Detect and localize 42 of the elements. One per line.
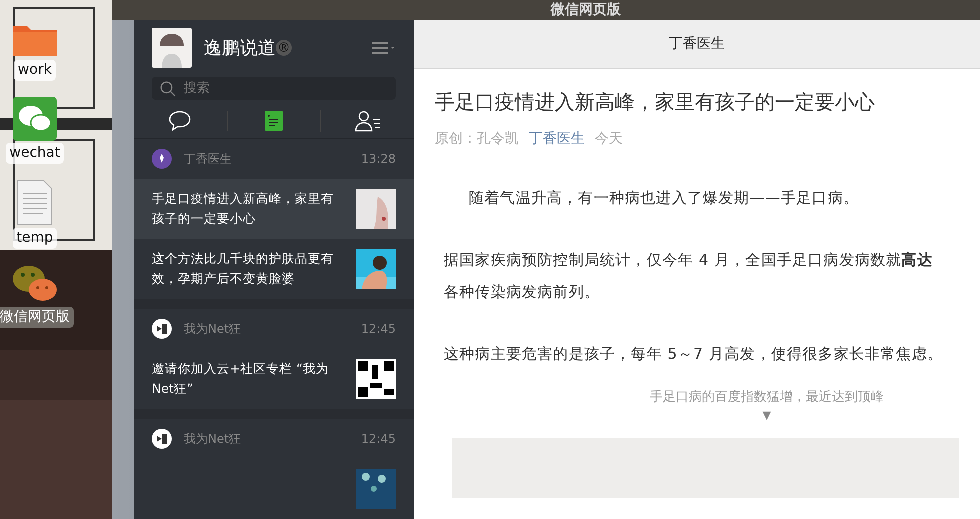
registered-badge: ® xyxy=(276,40,292,56)
article-heading: 手足口疫情进入新高峰，家里有孩子的一定要小心 xyxy=(435,89,876,116)
article-title: 这个方法比几千块的护肤品更有效，孕期产后不变黄脸婆 xyxy=(152,250,335,288)
date-label: 今天 xyxy=(595,130,623,149)
account-avatar-icon xyxy=(152,149,172,169)
contacts-icon[interactable] xyxy=(354,110,381,132)
article-paragraph: 据国家疾病预防控制局统计，仅今年 4 月，全国手足口病发病数就高达 各种传染病发病前列。 xyxy=(443,250,934,303)
time-label: 12:45 xyxy=(361,321,396,338)
article-item[interactable]: 这个方法比几千块的护肤品更有效，孕期产后不变黄脸婆 xyxy=(134,239,414,299)
search-icon xyxy=(160,80,176,98)
account-name: 丁香医生 xyxy=(184,151,232,168)
time-label: 13:28 xyxy=(361,151,396,168)
image-caption: 手足口病的百度指数猛增，最近达到顶峰 xyxy=(650,389,884,407)
account-avatar-icon xyxy=(152,429,172,449)
menu-icon[interactable] xyxy=(372,41,396,56)
window-title: 微信网页版 xyxy=(551,0,621,20)
article-paragraph: 随着气温升高，有一种病也进入了爆发期——手足口病。 xyxy=(468,188,860,209)
account-link[interactable]: 丁香医生 xyxy=(529,129,585,150)
account-name: 我为Net狂 xyxy=(184,321,242,338)
caption-arrow: ▼ xyxy=(762,408,772,424)
author-label: 原创：孔令凯 xyxy=(435,130,519,149)
article-list-icon[interactable] xyxy=(265,111,283,132)
document-icon xyxy=(17,180,53,226)
chat-bubble-icon[interactable] xyxy=(168,110,192,132)
avatar[interactable] xyxy=(152,28,192,68)
article-title: 邀请你加入云+社区专栏 “我为Net狂” xyxy=(152,360,330,398)
article-paragraph: 这种病主要危害的是孩子，每年 5～7 月高发，使得很多家长非常焦虑。 xyxy=(443,344,944,365)
time-label: 12:45 xyxy=(361,431,396,448)
search-field[interactable]: 搜索 xyxy=(152,76,396,100)
article-item[interactable]: 手足口疫情进入新高峰，家里有孩子的一定要小心 xyxy=(134,179,414,239)
header-title: 丁香医生 xyxy=(669,34,725,54)
user-name: 逸鹏说道 xyxy=(204,36,276,61)
account-avatar-icon xyxy=(152,319,172,339)
article-item[interactable]: 邀请你加入云+社区专栏 “我为Net狂” xyxy=(134,349,414,409)
desktop-icon-label[interactable]: temp xyxy=(12,228,58,249)
desktop-icon-label[interactable]: work xyxy=(14,60,56,81)
article-title: 手足口疫情进入新高峰，家里有孩子的一定要小心 xyxy=(152,190,335,228)
chat-bubbles-icon xyxy=(13,97,57,141)
desktop-icon-label[interactable]: wechat xyxy=(6,143,64,164)
desktop-icon-label[interactable]: 微信网页版 xyxy=(0,307,74,328)
account-name: 我为Net狂 xyxy=(184,431,242,448)
search-input[interactable]: 搜索 xyxy=(184,78,388,98)
